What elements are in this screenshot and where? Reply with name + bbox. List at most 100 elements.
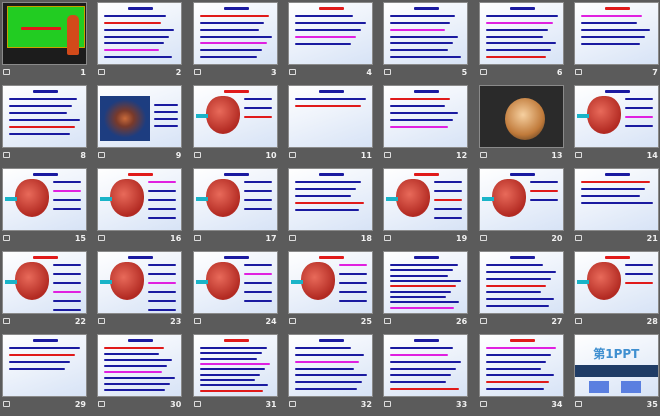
slide-thumbnail-cell[interactable]: 1 <box>2 2 88 84</box>
slide-thumbnail[interactable] <box>287 168 373 231</box>
slide-thumbnail[interactable] <box>287 334 373 397</box>
transition-icon[interactable] <box>288 401 296 407</box>
slide-thumbnail[interactable] <box>97 251 183 314</box>
slide-thumbnail[interactable] <box>192 334 278 397</box>
slide-thumbnail-cell[interactable]: 33 <box>383 334 469 416</box>
slide-thumbnail-cell[interactable]: 31 <box>192 334 279 416</box>
slide-thumbnail[interactable] <box>192 2 278 65</box>
transition-icon[interactable] <box>288 318 296 324</box>
slide-thumbnail-cell[interactable]: 23 <box>97 251 183 333</box>
transition-icon[interactable] <box>574 235 582 241</box>
transition-icon[interactable] <box>193 69 201 75</box>
transition-icon[interactable] <box>574 152 582 158</box>
slide-thumbnail-cell[interactable]: 6 <box>478 2 565 84</box>
slide-thumbnail-cell[interactable]: 17 <box>192 168 279 250</box>
transition-icon[interactable] <box>288 69 296 75</box>
slide-thumbnail[interactable] <box>383 334 469 397</box>
slide-thumbnail-cell[interactable]: 12 <box>383 85 469 167</box>
transition-icon[interactable] <box>288 235 296 241</box>
slide-thumbnail[interactable] <box>478 251 564 314</box>
transition-icon[interactable] <box>193 318 201 324</box>
slide-thumbnail-cell[interactable]: 5 <box>383 2 469 84</box>
slide-thumbnail[interactable] <box>478 85 564 148</box>
slide-thumbnail[interactable] <box>2 251 87 314</box>
slide-thumbnail-cell[interactable]: 29 <box>2 334 88 416</box>
slide-thumbnail[interactable] <box>97 168 183 231</box>
transition-icon[interactable] <box>98 69 106 75</box>
slide-thumbnail-cell[interactable]: 16 <box>97 168 183 250</box>
slide-thumbnail[interactable]: 第1PPT <box>573 334 659 397</box>
slide-thumbnail[interactable] <box>2 85 87 148</box>
slide-thumbnail[interactable] <box>2 334 87 397</box>
slide-thumbnail-cell[interactable]: 11 <box>287 85 374 167</box>
slide-thumbnail[interactable] <box>287 85 373 148</box>
slide-thumbnail[interactable] <box>383 168 469 231</box>
slide-thumbnail-cell[interactable]: 19 <box>383 168 469 250</box>
slide-thumbnail[interactable] <box>478 2 564 65</box>
transition-icon[interactable] <box>193 401 201 407</box>
transition-icon[interactable] <box>384 152 392 158</box>
transition-icon[interactable] <box>98 401 106 407</box>
slide-thumbnail[interactable] <box>2 2 87 65</box>
transition-icon[interactable] <box>479 401 487 407</box>
slide-thumbnail-cell[interactable]: 10 <box>192 85 279 167</box>
transition-icon[interactable] <box>288 152 296 158</box>
slide-thumbnail-cell[interactable]: 25 <box>287 251 374 333</box>
transition-icon[interactable] <box>3 235 10 241</box>
slide-thumbnail-cell[interactable]: 15 <box>2 168 88 250</box>
transition-icon[interactable] <box>3 152 10 158</box>
transition-icon[interactable] <box>479 69 487 75</box>
slide-thumbnail[interactable] <box>573 2 659 65</box>
slide-thumbnail[interactable] <box>97 85 183 148</box>
slide-thumbnail[interactable] <box>478 168 564 231</box>
slide-thumbnail[interactable] <box>287 251 373 314</box>
slide-thumbnail[interactable] <box>2 168 87 231</box>
slide-thumbnail[interactable] <box>478 334 564 397</box>
transition-icon[interactable] <box>98 318 106 324</box>
slide-thumbnail-cell[interactable]: 14 <box>573 85 660 167</box>
transition-icon[interactable] <box>3 318 10 324</box>
slide-thumbnail-cell[interactable]: 13 <box>478 85 565 167</box>
slide-thumbnail-cell[interactable]: 9 <box>97 85 183 167</box>
slide-thumbnail-cell[interactable]: 27 <box>478 251 565 333</box>
slide-thumbnail[interactable] <box>192 85 278 148</box>
transition-icon[interactable] <box>193 152 201 158</box>
slide-thumbnail[interactable] <box>383 2 469 65</box>
slide-thumbnail-cell[interactable]: 26 <box>383 251 469 333</box>
slide-thumbnail-cell[interactable]: 21 <box>573 168 660 250</box>
slide-thumbnail-cell[interactable]: 28 <box>573 251 660 333</box>
slide-thumbnail[interactable] <box>192 168 278 231</box>
transition-icon[interactable] <box>98 235 106 241</box>
transition-icon[interactable] <box>574 401 582 407</box>
transition-icon[interactable] <box>384 401 392 407</box>
slide-thumbnail-cell[interactable]: 4 <box>287 2 374 84</box>
transition-icon[interactable] <box>3 69 10 75</box>
slide-thumbnail-cell[interactable]: 30 <box>97 334 183 416</box>
slide-thumbnail[interactable] <box>383 251 469 314</box>
slide-thumbnail-cell[interactable]: 32 <box>287 334 374 416</box>
slide-thumbnail[interactable] <box>192 251 278 314</box>
slide-thumbnail[interactable] <box>97 334 183 397</box>
slide-thumbnail[interactable] <box>287 2 373 65</box>
slide-thumbnail-cell[interactable]: 34 <box>478 334 565 416</box>
transition-icon[interactable] <box>3 401 10 407</box>
transition-icon[interactable] <box>384 235 392 241</box>
slide-thumbnail[interactable] <box>383 85 469 148</box>
transition-icon[interactable] <box>479 235 487 241</box>
slide-thumbnail-cell[interactable]: 2 <box>97 2 183 84</box>
transition-icon[interactable] <box>193 235 201 241</box>
transition-icon[interactable] <box>479 152 487 158</box>
slide-thumbnail[interactable] <box>573 85 659 148</box>
transition-icon[interactable] <box>384 318 392 324</box>
slide-thumbnail-cell[interactable]: 7 <box>573 2 660 84</box>
slide-thumbnail[interactable] <box>573 168 659 231</box>
transition-icon[interactable] <box>574 69 582 75</box>
slide-thumbnail-cell[interactable]: 第1PPT 35 <box>573 334 660 416</box>
slide-thumbnail-cell[interactable]: 22 <box>2 251 88 333</box>
transition-icon[interactable] <box>479 318 487 324</box>
transition-icon[interactable] <box>384 69 392 75</box>
slide-thumbnail[interactable] <box>573 251 659 314</box>
slide-thumbnail-cell[interactable]: 8 <box>2 85 88 167</box>
slide-thumbnail-cell[interactable]: 24 <box>192 251 279 333</box>
slide-thumbnail-cell[interactable]: 18 <box>287 168 374 250</box>
